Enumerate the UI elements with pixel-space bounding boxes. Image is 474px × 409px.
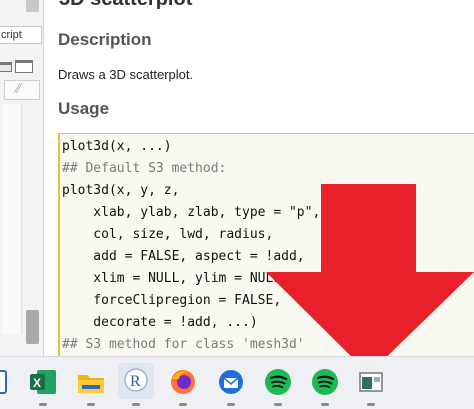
taskbar-app-excel[interactable]: X [28, 367, 58, 406]
taskbar-app-r[interactable]: R [118, 363, 154, 406]
file-explorer-partial-icon [0, 370, 7, 394]
taskbar-app-files[interactable] [76, 367, 106, 406]
sidebar-scroll-arrow[interactable] [26, 0, 39, 12]
usage-heading: Usage [58, 99, 110, 118]
script-tab[interactable]: cript [0, 26, 42, 44]
thunderbird-icon [219, 370, 243, 394]
description-text: Draws a 3D scatterplot. [58, 67, 194, 82]
r-icon: R [124, 368, 148, 392]
code-line: plot3d(x, ...) [62, 139, 172, 154]
running-indicator [179, 403, 187, 406]
sidebar-panel [2, 104, 22, 334]
running-indicator [132, 403, 140, 406]
running-indicator [321, 403, 329, 406]
sidebar-scrollbar-thumb[interactable] [26, 310, 39, 344]
running-indicator [227, 403, 235, 406]
taskbar-app-rgl-window[interactable] [356, 367, 386, 406]
excel-icon: X [30, 370, 56, 394]
spotify-icon [265, 369, 291, 395]
firefox-icon [171, 370, 195, 394]
rgl-window-icon [359, 372, 383, 392]
code-line: ## Default S3 method: [62, 161, 227, 176]
code-line: plot3d(x, y, z, [62, 183, 180, 198]
code-line: col, size, lwd, radius, [62, 227, 274, 242]
page-title: 3D scatterplot [59, 0, 192, 11]
screen: cript ⁄⁄ 3D scatterplot Description Draw… [0, 0, 474, 409]
running-indicator [39, 403, 47, 406]
taskbar-app-firefox[interactable] [168, 367, 198, 406]
taskbar: X R [0, 356, 474, 409]
svg-text:R: R [130, 373, 141, 390]
brush-icon: ⁄⁄ [16, 82, 21, 97]
svg-text:X: X [33, 376, 41, 390]
maximize-pane-icon[interactable] [15, 60, 33, 73]
running-indicator [367, 403, 375, 406]
description-heading: Description [58, 30, 152, 49]
left-sidebar: cript ⁄⁄ [0, 0, 44, 356]
minimize-pane-icon[interactable] [0, 62, 12, 72]
code-line: forceClipregion = FALSE, [62, 293, 282, 308]
taskbar-app-spotify[interactable] [263, 367, 293, 406]
folder-icon [78, 375, 104, 393]
clear-console-button[interactable]: ⁄⁄ [4, 80, 40, 100]
code-line: decorate = !add, ...) [62, 315, 258, 330]
spotify-icon [312, 369, 338, 395]
taskbar-app-spotify[interactable] [310, 367, 340, 406]
running-indicator [87, 403, 95, 406]
running-indicator [274, 403, 282, 406]
taskbar-app[interactable] [0, 367, 12, 397]
taskbar-app-thunderbird[interactable] [216, 367, 246, 406]
red-down-arrow-icon [266, 184, 474, 374]
